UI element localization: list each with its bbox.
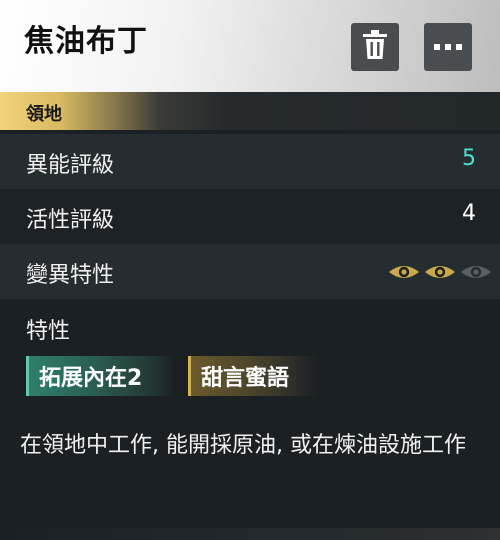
stat-label: 活性評級 <box>26 208 115 233</box>
mutation-eyes <box>388 263 492 281</box>
eye-icon <box>424 263 456 281</box>
more-horizontal-icon <box>434 44 462 50</box>
page-title: 焦油布丁 <box>24 24 148 59</box>
stat-label: 異能評級 <box>26 153 115 178</box>
header: 焦油布丁 <box>0 0 500 92</box>
traits-heading: 特性 <box>26 319 71 344</box>
stat-label: 變異特性 <box>26 263 115 288</box>
more-options-button[interactable] <box>424 23 472 71</box>
bottom-divider <box>0 528 500 540</box>
trash-icon <box>362 30 388 64</box>
section-label: 領地 <box>26 104 62 125</box>
stat-row-activity-rating: 活性評級 4 <box>0 189 500 244</box>
stat-value: 4 <box>462 201 476 226</box>
stat-row-mutation-traits: 變異特性 <box>0 244 500 299</box>
trait-tag[interactable]: 拓展內在2 <box>26 356 176 396</box>
eye-icon <box>460 263 492 281</box>
section-header: 領地 <box>0 92 500 130</box>
stat-value: 5 <box>462 146 476 171</box>
eye-icon <box>388 263 420 281</box>
trait-tag[interactable]: 甜言蜜語 <box>188 356 318 396</box>
delete-button[interactable] <box>351 23 399 71</box>
stat-row-ability-rating: 異能評級 5 <box>0 134 500 189</box>
description: 在領地中工作, 能開採原油, 或在煉油設施工作 <box>20 433 466 458</box>
